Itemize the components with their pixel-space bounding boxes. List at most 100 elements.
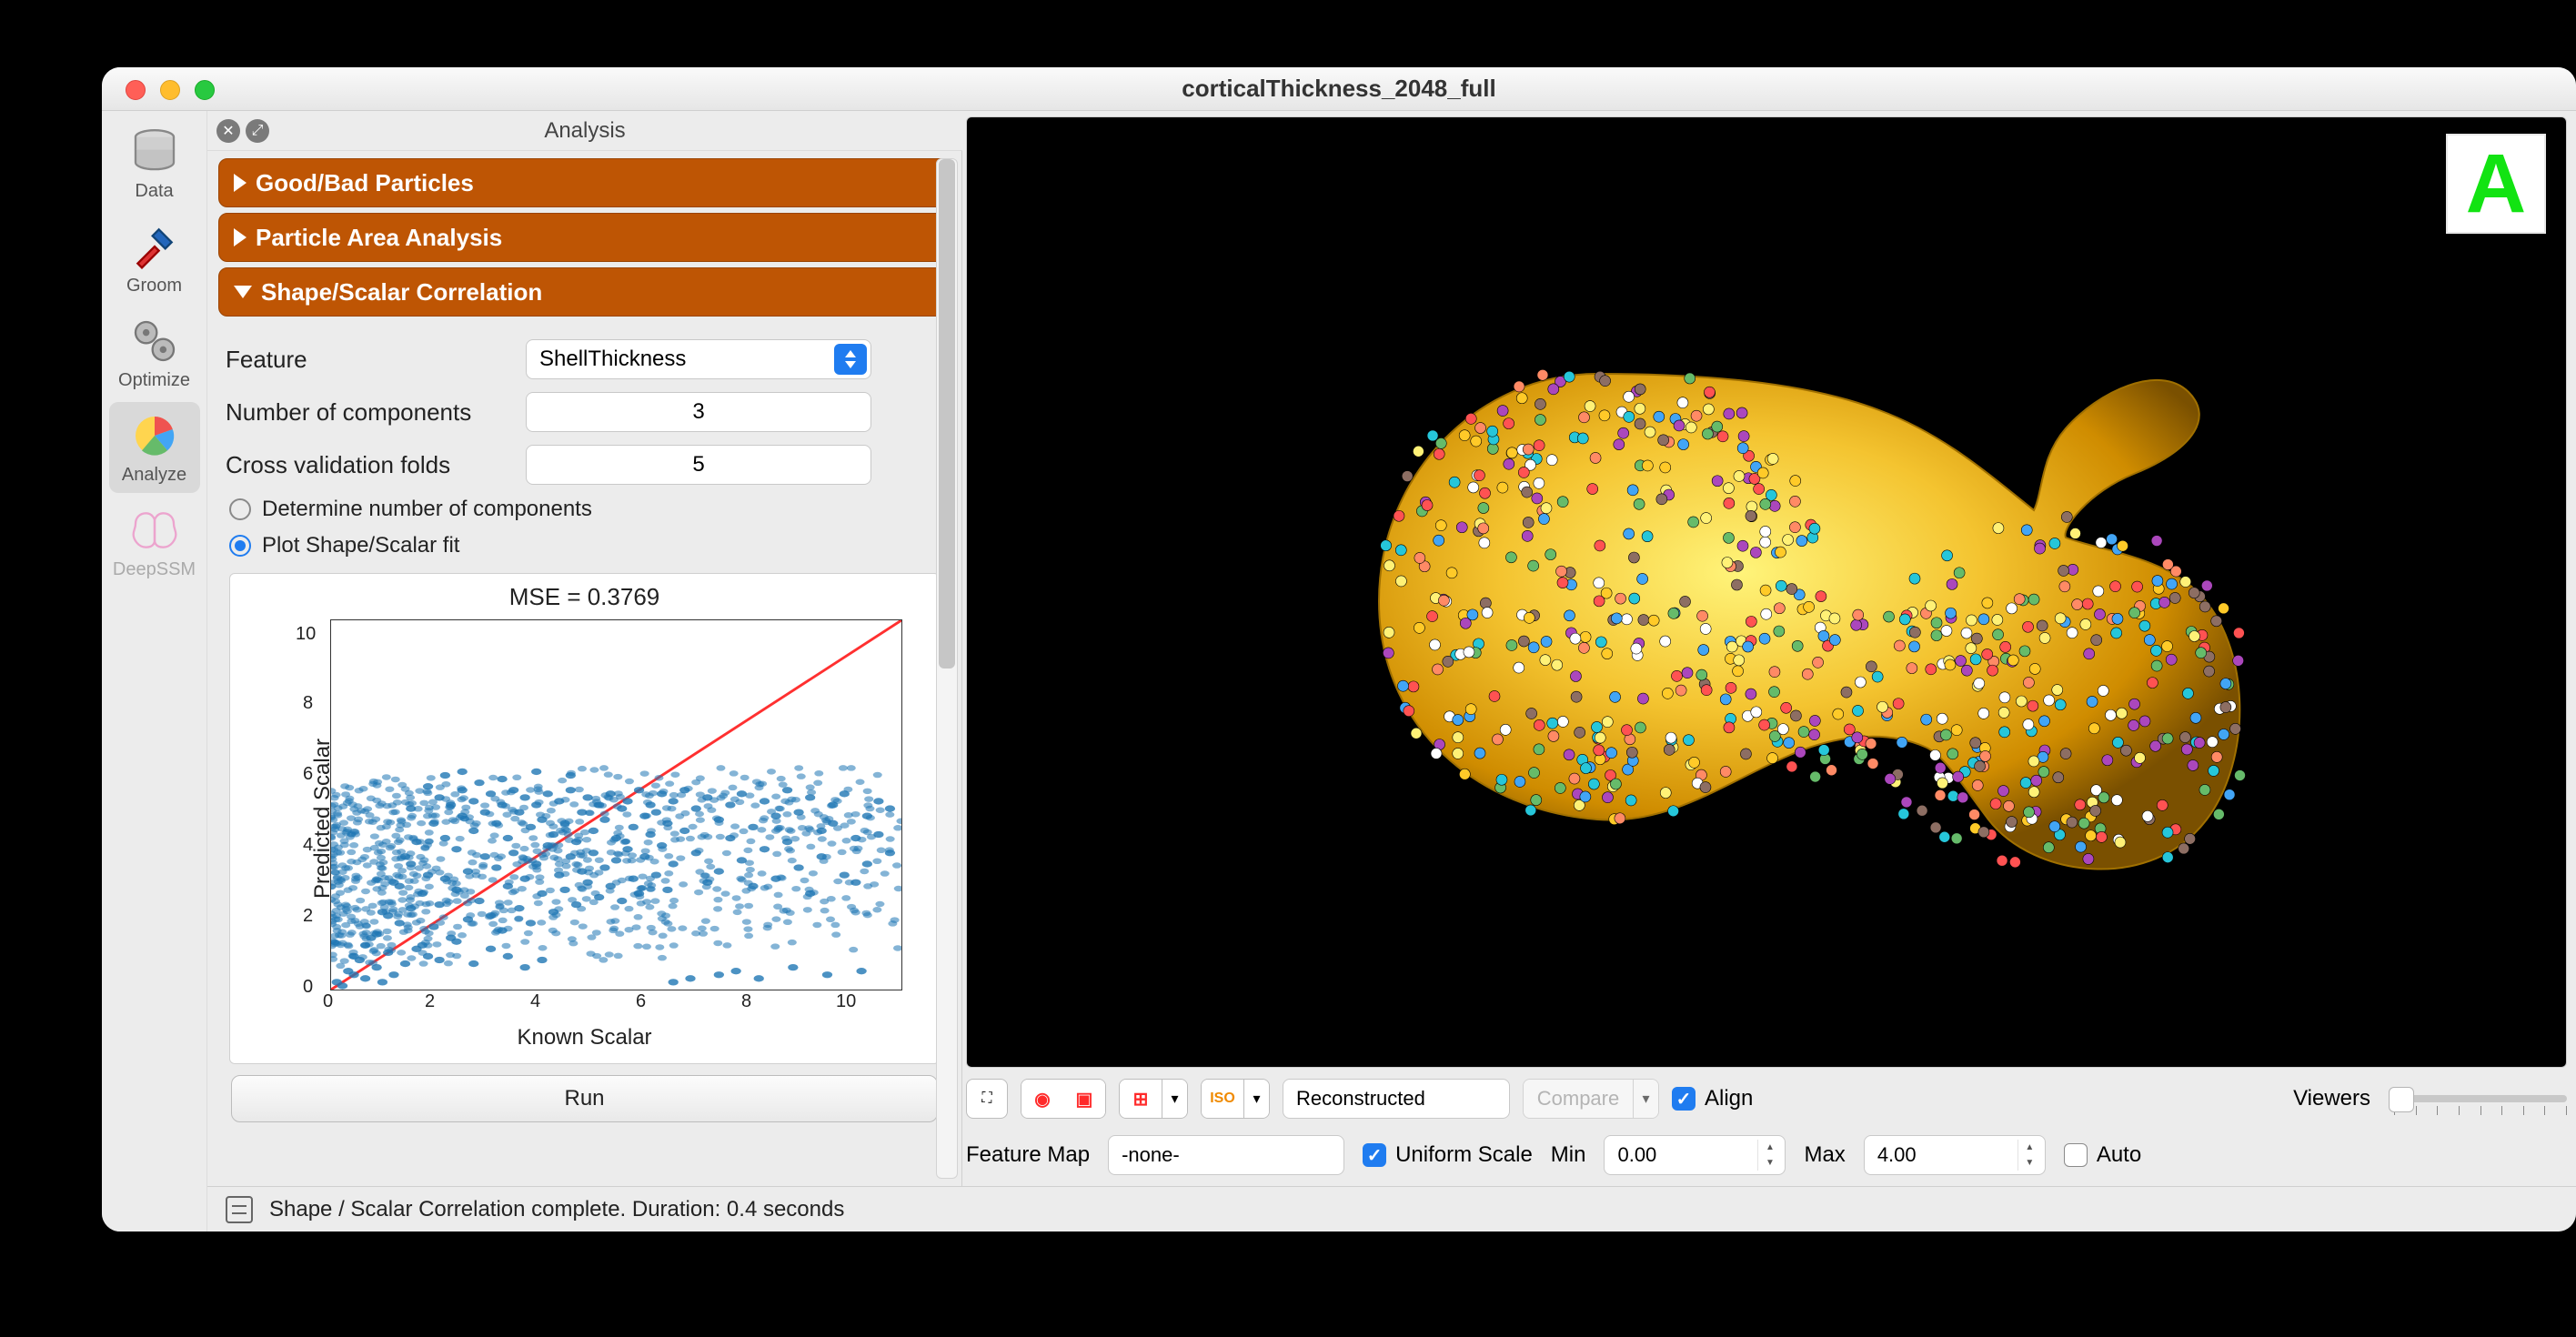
rail-item-optimize[interactable]: Optimize — [109, 307, 200, 398]
status-text: Shape / Scalar Correlation complete. Dur… — [269, 1197, 844, 1222]
accordion-label: Good/Bad Particles — [256, 169, 474, 197]
accordion-container: Good/Bad Particles Particle Area Analysi… — [207, 151, 962, 1186]
rail-item-data[interactable]: Data — [109, 118, 200, 209]
radio-label: Determine number of components — [262, 497, 592, 522]
run-button[interactable]: Run — [231, 1075, 938, 1122]
database-icon — [129, 126, 180, 177]
chevron-down-icon — [834, 344, 867, 375]
rail-item-analyze[interactable]: Analyze — [109, 402, 200, 493]
accordion-label: Particle Area Analysis — [256, 224, 502, 252]
accordion-particle-area-analysis[interactable]: Particle Area Analysis — [218, 213, 951, 262]
max-label: Max — [1804, 1142, 1845, 1168]
plot-area — [330, 619, 902, 990]
panel-title: Analysis — [544, 118, 625, 144]
min-spinbox[interactable]: 0.00 ▲▼ — [1604, 1135, 1786, 1175]
workflow-rail: Data Groom Optimize — [102, 111, 207, 1231]
ytick: 8 — [303, 693, 313, 714]
featuremap-select[interactable]: -none- — [1108, 1135, 1344, 1175]
overlay-mode-group: ⊞ ▾ — [1119, 1079, 1188, 1119]
scrollbar-thumb[interactable] — [939, 159, 955, 668]
minimize-window-button[interactable] — [160, 80, 180, 100]
ytick: 6 — [303, 764, 313, 785]
iso-dropdown[interactable]: ▾ — [1243, 1080, 1269, 1118]
upper: ✕ ⤢ Analysis Good/Bad Particles Particle — [207, 111, 2576, 1186]
display-mode-select[interactable]: Reconstructed — [1283, 1079, 1510, 1119]
xtick: 10 — [836, 991, 856, 1012]
iso-toggle-button[interactable]: ISO — [1202, 1080, 1243, 1118]
overlay-mode-button[interactable]: ⊞ — [1120, 1080, 1162, 1118]
ytick: 10 — [296, 624, 316, 645]
display-mode-value: Reconstructed — [1296, 1087, 1425, 1111]
pie-chart-icon — [129, 410, 180, 461]
min-label: Min — [1551, 1142, 1586, 1168]
run-label: Run — [564, 1086, 604, 1111]
cvfolds-input[interactable]: 5 — [526, 445, 871, 485]
auto-label: Auto — [2097, 1142, 2141, 1168]
rail-item-groom[interactable]: Groom — [109, 213, 200, 304]
compare-dropdown[interactable]: ▾ — [1633, 1080, 1658, 1118]
tools-icon — [129, 221, 180, 272]
traffic-lights — [126, 80, 215, 100]
xtick: 4 — [530, 991, 540, 1012]
feature-label: Feature — [226, 346, 526, 374]
max-spinbox[interactable]: 4.00 ▲▼ — [1864, 1135, 2046, 1175]
log-icon[interactable] — [226, 1196, 253, 1223]
align-checkbox-row[interactable]: Align — [1672, 1086, 1753, 1111]
shape-render — [1243, 219, 2334, 965]
3d-viewport[interactable]: A — [966, 116, 2567, 1068]
auto-checkbox-row[interactable]: Auto — [2064, 1142, 2141, 1168]
feature-value: ShellThickness — [539, 347, 686, 372]
plot-xlabel: Known Scalar — [517, 1025, 651, 1050]
chevron-down-icon — [1180, 1143, 1209, 1167]
accordion-label: Shape/Scalar Correlation — [261, 278, 542, 307]
checkbox-icon — [2064, 1143, 2088, 1167]
gears-icon — [129, 316, 180, 367]
record-button[interactable]: ◉ — [1021, 1080, 1063, 1118]
xtick: 6 — [636, 991, 646, 1012]
featuremap-controls: Feature Map -none- Uniform Scale Min 0.0… — [966, 1130, 2567, 1181]
uniform-scale-row[interactable]: Uniform Scale — [1363, 1142, 1533, 1168]
min-value: 0.00 — [1617, 1143, 1656, 1167]
window-title: corticalThickness_2048_full — [102, 75, 2576, 103]
uniform-label: Uniform Scale — [1395, 1142, 1533, 1168]
analysis-panel: ✕ ⤢ Analysis Good/Bad Particles Particle — [207, 111, 962, 1186]
close-window-button[interactable] — [126, 80, 146, 100]
rail-label: Optimize — [118, 370, 190, 391]
zoom-window-button[interactable] — [195, 80, 215, 100]
featuremap-value: -none- — [1122, 1143, 1180, 1167]
xtick: 8 — [741, 991, 751, 1012]
compare-button[interactable]: Compare — [1524, 1080, 1633, 1118]
radio-label: Plot Shape/Scalar fit — [262, 533, 459, 558]
content: Data Groom Optimize — [102, 111, 2576, 1231]
radio-determine-row[interactable]: Determine number of components — [226, 491, 943, 528]
correlation-body: Feature ShellThickness Number of compone… — [218, 322, 951, 1141]
orientation-badge: A — [2446, 134, 2546, 234]
ncomp-value: 3 — [692, 399, 704, 425]
checkbox-icon — [1363, 1143, 1386, 1167]
radio-plot-row[interactable]: Plot Shape/Scalar fit — [226, 528, 943, 564]
accordion-shape-scalar-correlation[interactable]: Shape/Scalar Correlation — [218, 267, 951, 317]
viewers-slider[interactable] — [2394, 1095, 2567, 1102]
rail-item-deepssm[interactable]: DeepSSM — [109, 497, 200, 588]
xtick: 0 — [323, 991, 333, 1012]
viewer-column: A — [962, 111, 2576, 1186]
overlay-mode-dropdown[interactable]: ▾ — [1162, 1080, 1187, 1118]
reset-view-button[interactable]: ⛶ — [966, 1079, 1008, 1119]
detach-panel-button[interactable]: ✕ — [216, 119, 240, 143]
feature-select[interactable]: ShellThickness — [526, 339, 871, 379]
cvfolds-value: 5 — [692, 452, 704, 478]
snapshot-button[interactable]: ▣ — [1063, 1080, 1105, 1118]
main: ✕ ⤢ Analysis Good/Bad Particles Particle — [207, 111, 2576, 1231]
panel-scrollbar[interactable] — [936, 158, 958, 1179]
featuremap-label: Feature Map — [966, 1142, 1090, 1168]
statusbar: Shape / Scalar Correlation complete. Dur… — [207, 1186, 2576, 1231]
xtick: 2 — [425, 991, 435, 1012]
brain-icon — [129, 505, 180, 556]
max-value: 4.00 — [1877, 1143, 1917, 1167]
rail-label: DeepSSM — [113, 559, 196, 580]
pin-panel-button[interactable]: ⤢ — [246, 119, 269, 143]
accordion-good-bad-particles[interactable]: Good/Bad Particles — [218, 158, 951, 207]
ncomp-input[interactable]: 3 — [526, 392, 871, 432]
capture-group: ◉ ▣ — [1021, 1079, 1106, 1119]
ytick: 2 — [303, 906, 313, 927]
